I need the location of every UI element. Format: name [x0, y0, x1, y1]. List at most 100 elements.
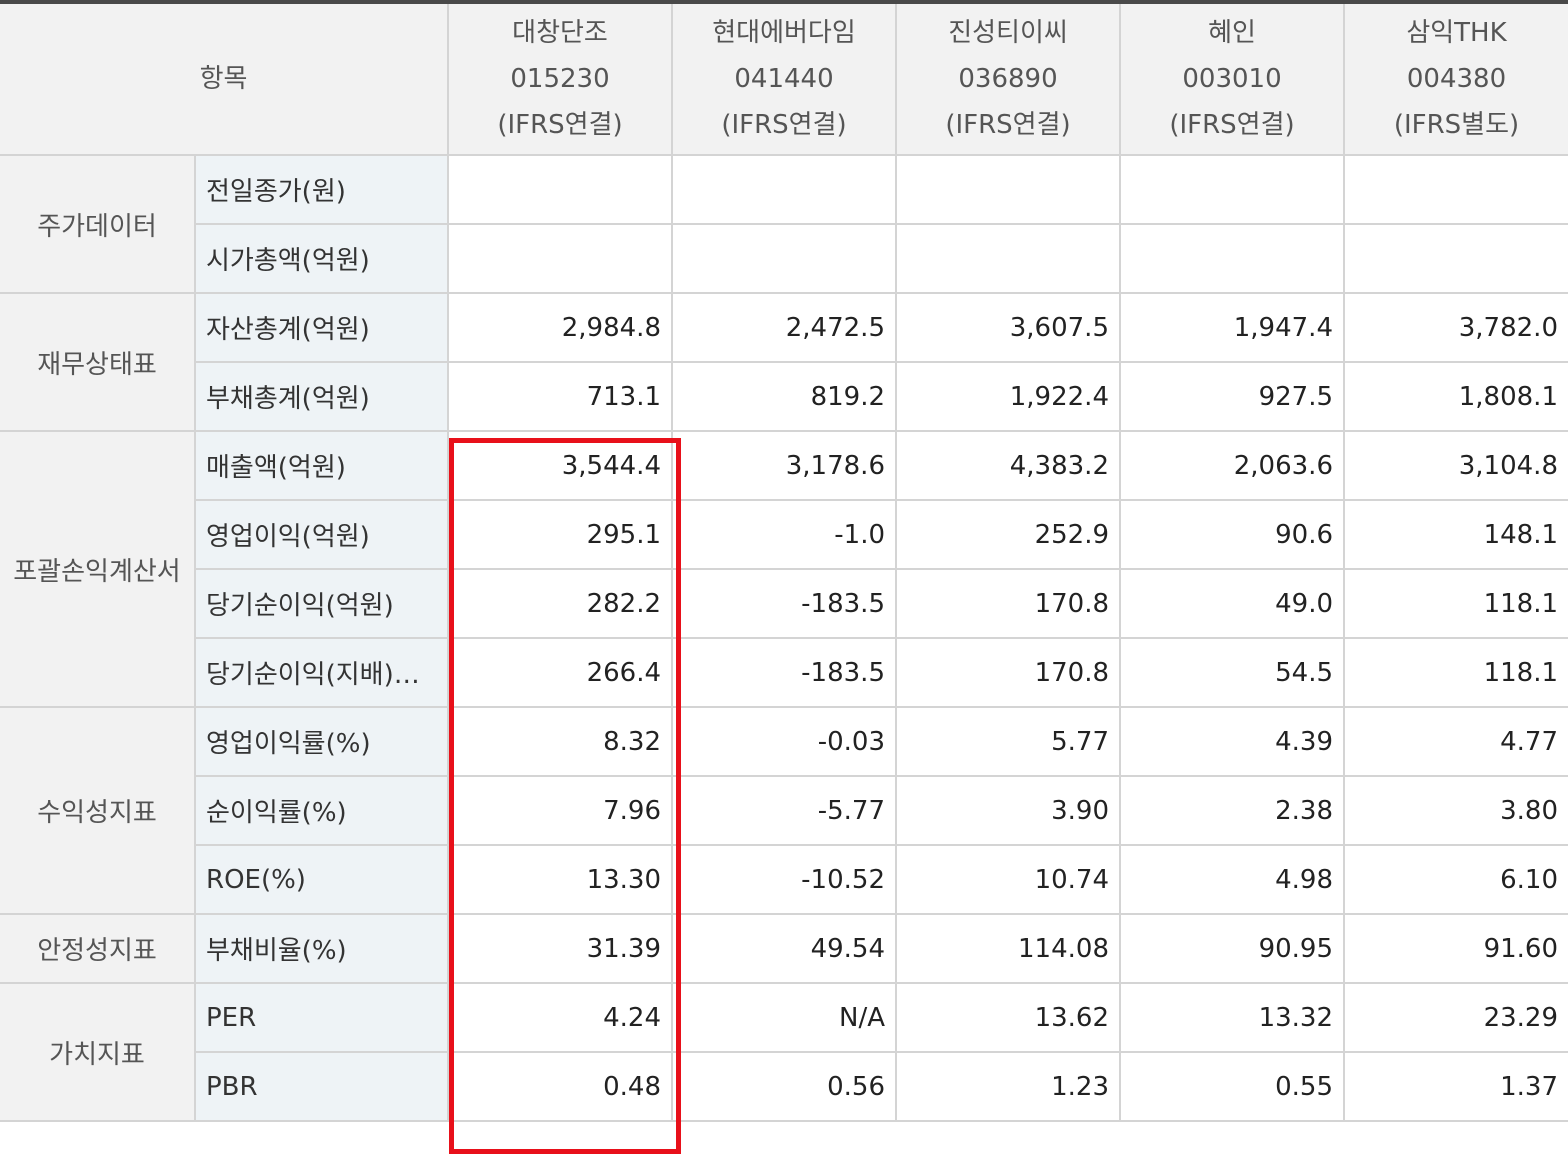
value-cell: 3.90 [896, 776, 1121, 846]
value-cell: 3.80 [1344, 776, 1568, 846]
row-group-label: 주가데이터 [0, 155, 196, 294]
company-basis: (IFRS연결) [721, 110, 847, 140]
row-item-label: 부채총계(억원) [195, 362, 449, 432]
value-cell [672, 224, 897, 294]
financial-comparison-table: 항목 대창단조 015230 (IFRS연결) 현대에버다임 041440 (I… [0, 0, 1568, 1122]
company-header[interactable]: 혜인 003010 (IFRS연결) [1120, 0, 1345, 156]
value-cell: 266.4 [448, 638, 673, 708]
company-code: 036890 [958, 64, 1058, 94]
row-item-label: ROE(%) [195, 845, 449, 915]
value-cell: 0.55 [1120, 1052, 1345, 1122]
table-row: ROE(%) 13.30 -10.52 10.74 4.98 6.10 [0, 845, 1568, 915]
value-cell: 23.29 [1344, 983, 1568, 1053]
value-cell: 90.6 [1120, 500, 1345, 570]
value-cell: -1.0 [672, 500, 897, 570]
company-name: 삼익THK [1406, 18, 1507, 48]
value-cell: 10.74 [896, 845, 1121, 915]
value-cell [672, 155, 897, 225]
value-cell: 54.5 [1120, 638, 1345, 708]
header-row: 항목 대창단조 015230 (IFRS연결) 현대에버다임 041440 (I… [0, 0, 1568, 156]
table-row: 영업이익(억원) 295.1 -1.0 252.9 90.6 148.1 [0, 500, 1568, 570]
row-item-label: 순이익률(%) [195, 776, 449, 846]
company-basis: (IFRS별도) [1393, 110, 1520, 140]
value-cell: 5.77 [896, 707, 1121, 777]
table-row: 주가데이터 전일종가(원) [0, 155, 1568, 294]
value-cell: 49.54 [672, 914, 897, 984]
value-cell: -183.5 [672, 638, 897, 708]
value-cell: 3,544.4 [448, 431, 673, 501]
value-cell: 3,178.6 [672, 431, 897, 501]
company-basis: (IFRS연결) [945, 110, 1071, 140]
row-item-label: 부채비율(%) [195, 914, 449, 984]
table-row: 당기순이익(억원) 282.2 -183.5 170.8 49.0 118.1 [0, 569, 1568, 639]
row-item-label: 영업이익(억원) [195, 500, 449, 570]
table-row: 재무상태표 자산총계(억원) 2,984.8 2,472.5 3,607.5 1,947.… [0, 293, 1568, 432]
value-cell: 6.10 [1344, 845, 1568, 915]
company-name: 진성티이씨 [948, 18, 1068, 48]
row-item-label: PBR [195, 1052, 449, 1122]
company-basis: (IFRS연결) [497, 110, 623, 140]
company-header[interactable]: 진성티이씨 036890 (IFRS연결) [896, 0, 1121, 156]
value-cell: 8.32 [448, 707, 673, 777]
table-row: 시가총액(억원) [0, 224, 1568, 294]
value-cell: 1,808.1 [1344, 362, 1568, 432]
value-cell: 1.23 [896, 1052, 1121, 1122]
value-cell: 13.32 [1120, 983, 1345, 1053]
value-cell: 819.2 [672, 362, 897, 432]
value-cell: 252.9 [896, 500, 1121, 570]
row-item-label: 매출액(억원) [195, 431, 449, 501]
value-cell: 3,782.0 [1344, 293, 1568, 363]
value-cell: -10.52 [672, 845, 897, 915]
value-cell: 2,063.6 [1120, 431, 1345, 501]
company-code: 041440 [734, 64, 834, 94]
row-item-label: 자산총계(억원) [195, 293, 449, 363]
value-cell: 2,984.8 [448, 293, 673, 363]
value-cell: 4.24 [448, 983, 673, 1053]
value-cell: 3,104.8 [1344, 431, 1568, 501]
row-item-label: 전일종가(원) [195, 155, 449, 225]
value-cell: 0.48 [448, 1052, 673, 1122]
company-header[interactable]: 대창단조 015230 (IFRS연결) [448, 0, 673, 156]
value-cell: 4.77 [1344, 707, 1568, 777]
value-cell: 713.1 [448, 362, 673, 432]
value-cell: 13.30 [448, 845, 673, 915]
value-cell: 31.39 [448, 914, 673, 984]
row-group-label: 수익성지표 [0, 707, 196, 915]
value-cell: -183.5 [672, 569, 897, 639]
value-cell: 118.1 [1344, 638, 1568, 708]
value-cell: -5.77 [672, 776, 897, 846]
value-cell: 114.08 [896, 914, 1121, 984]
row-item-label: 당기순이익(억원) [195, 569, 449, 639]
company-code: 015230 [510, 64, 610, 94]
value-cell [896, 224, 1121, 294]
value-cell: 1,922.4 [896, 362, 1121, 432]
value-cell [1120, 224, 1345, 294]
value-cell: 3,607.5 [896, 293, 1121, 363]
value-cell: 170.8 [896, 638, 1121, 708]
company-header[interactable]: 삼익THK 004380 (IFRS별도) [1344, 0, 1568, 156]
value-cell: 282.2 [448, 569, 673, 639]
value-cell: 118.1 [1344, 569, 1568, 639]
value-cell [1120, 155, 1345, 225]
row-group-label: 포괄손익계산서 [0, 431, 196, 708]
table-row: 포괄손익계산서 매출액(억원) 3,544.4 3,178.6 4,383.2 2,063… [0, 431, 1568, 708]
value-cell: 295.1 [448, 500, 673, 570]
value-cell: 91.60 [1344, 914, 1568, 984]
company-header[interactable]: 현대에버다임 041440 (IFRS연결) [672, 0, 897, 156]
value-cell: 2,472.5 [672, 293, 897, 363]
row-group-label: 가치지표 [0, 983, 196, 1122]
company-basis: (IFRS연결) [1169, 110, 1295, 140]
value-cell: -0.03 [672, 707, 897, 777]
table-row: 당기순이익(지배)… 266.4 -183.5 170.8 54.5 118.1 [0, 638, 1568, 708]
value-cell: N/A [672, 983, 897, 1053]
value-cell: 7.96 [448, 776, 673, 846]
value-cell: 4.98 [1120, 845, 1345, 915]
value-cell: 4.39 [1120, 707, 1345, 777]
table-row: 부채총계(억원) 713.1 819.2 1,922.4 927.5 1,808.1 [0, 362, 1568, 432]
value-cell: 0.56 [672, 1052, 897, 1122]
table-row: PBR 0.48 0.56 1.23 0.55 1.37 [0, 1052, 1568, 1122]
value-cell: 2.38 [1120, 776, 1345, 846]
value-cell [1344, 224, 1568, 294]
table-body: 주가데이터 전일종가(원) 시가총액(억원) 재무상태표 자산총계(억원) 2,984.8… [0, 155, 1568, 1122]
row-item-label: 영업이익률(%) [195, 707, 449, 777]
